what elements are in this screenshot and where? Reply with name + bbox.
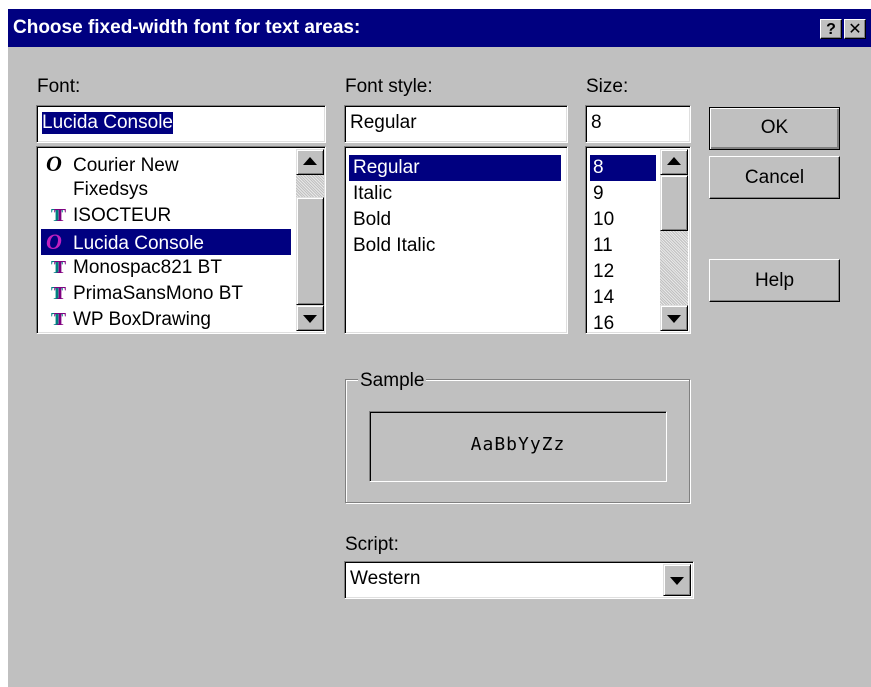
help-question-button[interactable]: ? (820, 19, 842, 39)
arrow-down-icon (303, 315, 317, 323)
font-list-item-label: WP BoxDrawing (73, 309, 211, 330)
size-list-item[interactable]: 11 (590, 233, 656, 259)
size-list-item[interactable]: 14 (590, 285, 656, 311)
sample-label: Sample (358, 370, 427, 392)
font-style-listbox[interactable]: Regular Italic Bold Bold Italic (344, 146, 568, 334)
font-list-item[interactable]: TT Monospac821 BT (41, 255, 291, 281)
size-label: Size: (586, 76, 629, 97)
truetype-icon: TT (50, 283, 66, 303)
help-button[interactable]: Help (709, 259, 840, 302)
font-list-item[interactable]: TT ISOCTEUR (41, 203, 291, 229)
dialog-title: Choose fixed-width font for text areas: (13, 17, 361, 38)
size-list-item[interactable]: 8 (590, 155, 656, 181)
script-dropdown-button[interactable] (663, 564, 691, 596)
arrow-up-icon (667, 157, 681, 165)
arrow-up-icon (303, 157, 317, 165)
cancel-button[interactable]: Cancel (709, 156, 840, 199)
size-value: 8 (591, 112, 602, 133)
title-bar[interactable]: Choose fixed-width font for text areas: … (8, 9, 871, 47)
font-list-item[interactable]: O Courier New (41, 151, 291, 177)
font-style-list-item[interactable]: Italic (349, 181, 561, 207)
font-name-value: Lucida Console (42, 112, 173, 134)
font-list-item[interactable]: TT WP BoxDrawing (41, 307, 291, 333)
size-scrollbar[interactable] (660, 149, 688, 331)
font-list-item[interactable]: TT PrimaSansMono BT (41, 281, 291, 307)
sample-text: AaBbYyZz (470, 434, 566, 455)
font-style-list-item[interactable]: Bold (349, 207, 561, 233)
sample-preview: AaBbYyZz (369, 411, 667, 482)
font-list-item-label: Fixedsys (73, 179, 148, 200)
font-list-item-label: ISOCTEUR (73, 205, 172, 226)
font-list-item-label: Monospac821 BT (73, 257, 222, 278)
close-icon: ✕ (848, 21, 862, 38)
font-scroll-up-button[interactable] (296, 149, 324, 175)
truetype-icon: TT (50, 309, 66, 329)
font-list-item-label: PrimaSansMono BT (73, 283, 244, 304)
size-scroll-up-button[interactable] (660, 149, 688, 175)
size-listbox[interactable]: 8 9 10 11 12 14 16 (585, 146, 691, 334)
size-list-item[interactable]: 10 (590, 207, 656, 233)
font-style-input[interactable]: Regular (344, 105, 568, 143)
font-listbox[interactable]: O Courier New Fixedsys TT ISOCTEUR O Lucida Co… (36, 146, 326, 334)
font-label: Font: (37, 76, 81, 97)
font-name-input[interactable]: Lucida Console (36, 105, 326, 143)
font-dialog: Choose fixed-width font for text areas: … (8, 9, 871, 687)
size-input[interactable]: 8 (585, 105, 691, 143)
font-scroll-down-button[interactable] (296, 305, 324, 331)
font-scrollbar[interactable] (296, 149, 324, 331)
opentype-icon: O (46, 229, 62, 254)
font-style-label: Font style: (345, 76, 433, 97)
size-scroll-track[interactable] (660, 231, 688, 305)
script-dropdown[interactable]: Western (344, 561, 694, 599)
font-scroll-track[interactable] (296, 175, 324, 197)
font-list-item[interactable]: O Lucida Console (41, 229, 291, 255)
question-icon: ? (826, 21, 836, 38)
font-list-item-label: Courier New (73, 155, 179, 176)
size-scroll-down-button[interactable] (660, 305, 688, 331)
font-style-list-item[interactable]: Regular (349, 155, 561, 181)
font-scroll-thumb[interactable] (296, 197, 324, 305)
opentype-icon: O (46, 151, 62, 176)
font-style-value: Regular (350, 112, 417, 133)
script-value: Western (350, 568, 421, 589)
size-list-item[interactable]: 12 (590, 259, 656, 285)
font-list-item-label: Lucida Console (73, 233, 204, 254)
close-button[interactable]: ✕ (844, 19, 866, 39)
script-label: Script: (345, 534, 399, 555)
truetype-icon: TT (50, 205, 66, 225)
font-list-item[interactable]: Fixedsys (41, 177, 291, 203)
arrow-down-icon (667, 315, 681, 323)
truetype-icon: TT (50, 257, 66, 277)
size-list-item[interactable]: 9 (590, 181, 656, 207)
ok-button[interactable]: OK (709, 107, 840, 150)
font-style-list-item[interactable]: Bold Italic (349, 233, 561, 259)
chevron-down-icon (670, 577, 684, 585)
size-scroll-thumb[interactable] (660, 175, 688, 231)
size-list-item[interactable]: 16 (590, 311, 656, 333)
